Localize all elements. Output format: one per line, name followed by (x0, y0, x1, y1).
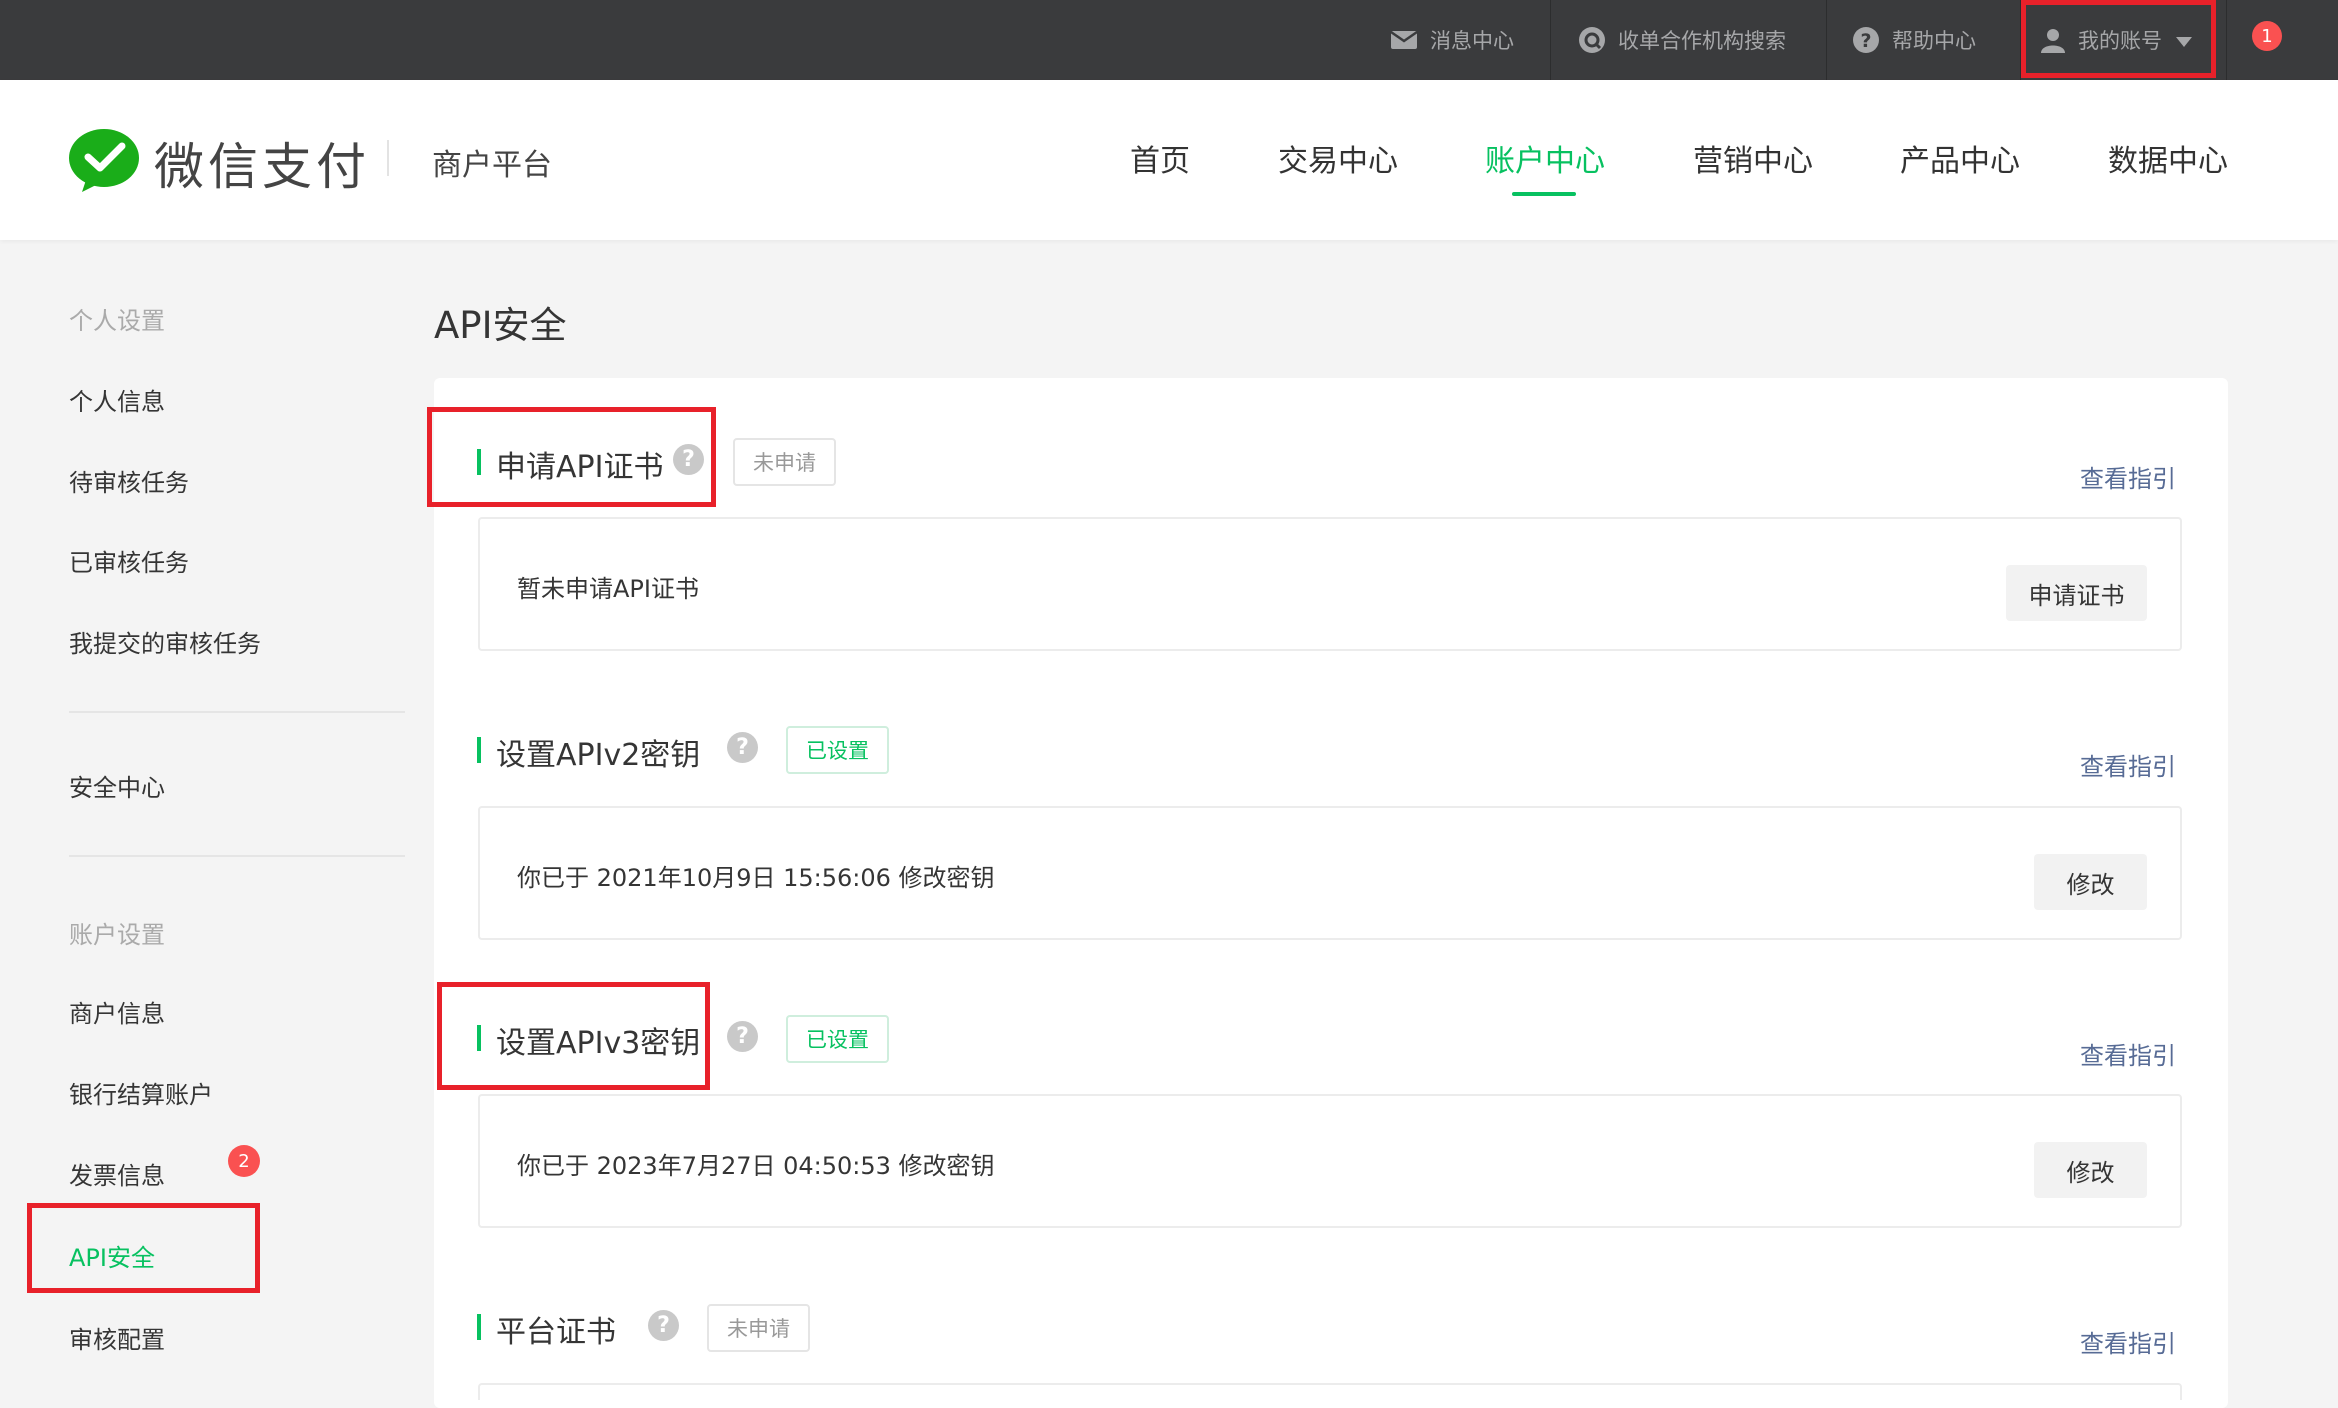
sidebar-item-reviewed[interactable]: 已审核任务 (69, 543, 189, 578)
section-status-text: 暂未申请API证书 (517, 575, 699, 603)
mail-icon (1390, 30, 1418, 50)
apply-certificate-button[interactable]: 申请证书 (2006, 565, 2147, 621)
api-cert-highlight-box (427, 407, 716, 507)
api-security-highlight-box (27, 1203, 260, 1293)
apiv3-key-highlight-box (437, 982, 710, 1090)
sidebar-item-pending-review[interactable]: 待审核任务 (69, 463, 189, 498)
nav-account-center[interactable]: 账户中心 (1485, 136, 1605, 180)
sidebar-group-personal: 个人设置 (69, 307, 165, 335)
help-icon[interactable]: ? (727, 732, 758, 763)
sidebar-group-account: 账户设置 (69, 921, 165, 949)
section-status-text: 你已于 2021年10月9日 15:56:06 修改密钥 (517, 864, 995, 892)
sidebar-divider (69, 855, 405, 857)
status-badge: 未申请 (707, 1304, 810, 1352)
top-divider (2226, 0, 2227, 80)
top-divider (1826, 0, 1827, 80)
top-divider (1550, 0, 1551, 80)
org-search-link[interactable]: 收单合作机构搜索 (1578, 0, 1786, 80)
sidebar-item-merchant-info[interactable]: 商户信息 (69, 994, 165, 1029)
section-box-apiv3-key: 你已于 2023年7月27日 04:50:53 修改密钥 修改 (478, 1094, 2182, 1228)
brand-logo[interactable]: 微信支付 (68, 127, 370, 199)
modify-apiv2-key-button[interactable]: 修改 (2034, 854, 2147, 910)
nav-trade-center[interactable]: 交易中心 (1278, 136, 1398, 180)
status-badge: 已设置 (786, 726, 889, 774)
nav-data-center[interactable]: 数据中心 (2108, 136, 2228, 180)
nav-marketing-center[interactable]: 营销中心 (1693, 136, 1813, 180)
help-circle-icon: ? (1852, 26, 1880, 54)
view-guide-link[interactable]: 查看指引 (2080, 1036, 2176, 1071)
section-title-platform-cert: 平台证书 (496, 1315, 616, 1350)
sidebar-item-my-submitted[interactable]: 我提交的审核任务 (69, 624, 261, 659)
status-badge: 已设置 (786, 1015, 889, 1063)
section-box-platform-cert (478, 1383, 2182, 1400)
help-center-link[interactable]: ? 帮助中心 (1852, 0, 1976, 80)
sidebar-divider (69, 711, 405, 713)
status-badge: 未申请 (733, 438, 836, 486)
sidebar-item-review-config[interactable]: 审核配置 (69, 1320, 165, 1355)
view-guide-link[interactable]: 查看指引 (2080, 459, 2176, 494)
section-title-apiv2-key: 设置APIv2密钥 (496, 738, 701, 773)
help-icon[interactable]: ? (648, 1310, 679, 1341)
page-title: API安全 (434, 304, 567, 347)
message-center-label: 消息中心 (1430, 29, 1514, 53)
section-accent-bar (477, 737, 481, 763)
top-bar: 消息中心 收单合作机构搜索 ? 帮助中心 我的账号 (0, 0, 2338, 80)
nav-product-center[interactable]: 产品中心 (1900, 136, 2020, 180)
org-search-label: 收单合作机构搜索 (1618, 29, 1786, 53)
platform-name: 商户平台 (432, 148, 552, 183)
sidebar-item-invoice[interactable]: 发票信息 (69, 1156, 165, 1191)
search-icon (1578, 26, 1606, 54)
sidebar-item-personal-info[interactable]: 个人信息 (69, 382, 165, 417)
help-center-label: 帮助中心 (1892, 29, 1976, 53)
sidebar-item-security-center[interactable]: 安全中心 (69, 768, 165, 803)
nav-home[interactable]: 首页 (1130, 136, 1190, 180)
section-status-text: 你已于 2023年7月27日 04:50:53 修改密钥 (517, 1152, 995, 1180)
section-accent-bar (477, 1314, 481, 1340)
view-guide-link[interactable]: 查看指引 (2080, 1324, 2176, 1359)
section-box-apiv2-key: 你已于 2021年10月9日 15:56:06 修改密钥 修改 (478, 806, 2182, 940)
notification-badge[interactable]: 1 (2252, 21, 2282, 51)
invoice-badge: 2 (228, 1145, 260, 1177)
message-center-link[interactable]: 消息中心 (1390, 0, 1514, 80)
wechat-pay-logo-icon (68, 128, 140, 198)
help-icon[interactable]: ? (727, 1021, 758, 1052)
brand-name: 微信支付 (154, 138, 370, 196)
brand-divider (387, 140, 389, 176)
modify-apiv3-key-button[interactable]: 修改 (2034, 1142, 2147, 1198)
view-guide-link[interactable]: 查看指引 (2080, 747, 2176, 782)
account-highlight-box (2021, 0, 2216, 78)
sidebar-item-bank-account[interactable]: 银行结算账户 (69, 1075, 213, 1110)
nav-active-indicator (1512, 192, 1576, 196)
svg-text:?: ? (1860, 30, 1871, 52)
section-box-api-cert: 暂未申请API证书 申请证书 (478, 517, 2182, 651)
